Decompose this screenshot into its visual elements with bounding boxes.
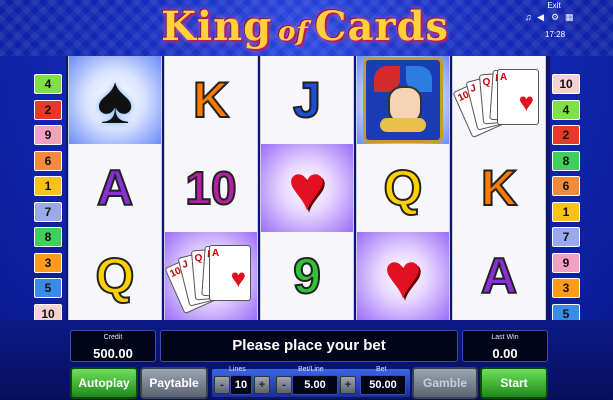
reel-symbol-10: 10 <box>184 162 237 214</box>
reel-symbol-q: Q <box>383 160 424 216</box>
music-icon[interactable]: ♫ <box>525 12 532 22</box>
lines-increase-button[interactable]: + <box>254 376 270 394</box>
autoplay-button[interactable]: Autoplay <box>70 367 138 399</box>
logo-word-cards: Cards <box>314 3 449 50</box>
right-line-indicator: 8 <box>552 150 580 171</box>
reel-symbol-9: 9 <box>292 248 322 304</box>
right-line-indicator: 4 <box>552 99 580 120</box>
reel-symbol-joker <box>357 56 449 144</box>
right-line-indicator: 6 <box>552 176 580 196</box>
help-icon[interactable]: ▦ <box>565 12 574 23</box>
credit-value: 500.00 <box>93 346 133 361</box>
right-line-indicator: 1 <box>552 201 580 222</box>
system-menu: Exit ♫ ◀ ⚙ ▦ 17:28 <box>515 0 595 44</box>
right-line-indicator: 10 <box>552 74 580 94</box>
bet-line-label: Bet/Line <box>298 366 324 373</box>
bet-value: 50.00 <box>360 375 406 395</box>
status-message: Please place your bet <box>160 330 458 362</box>
reel-symbol-hand: 10 J Q K A♥ <box>452 56 545 144</box>
left-line-indicator: 4 <box>34 74 62 94</box>
reel-symbol-j: J <box>292 72 322 128</box>
joker-icon <box>363 57 443 143</box>
right-line-indicator: 2 <box>552 125 580 145</box>
right-line-indicator: 3 <box>552 278 580 298</box>
last-win-value: 0.00 <box>492 346 518 361</box>
credit-label: Credit <box>103 334 123 341</box>
reel-symbol-heart: ♥ <box>261 144 353 232</box>
volume-icon[interactable]: ◀ <box>537 12 544 23</box>
card-hand-icon: 10 J Q K A♥ <box>164 241 251 315</box>
reel-symbol-k: K <box>192 72 230 128</box>
reel-symbol-hand: 10 J Q K A♥ <box>164 232 257 320</box>
right-line-indicator: 7 <box>552 227 580 247</box>
card-hand-icon: 10 J Q K A♥ <box>452 65 539 139</box>
reel-5: 10 J Q K A♥ K A <box>452 56 546 320</box>
reel-symbol-k: K <box>480 160 518 216</box>
logo-word-king: King <box>161 3 273 50</box>
exit-button[interactable]: Exit <box>540 1 568 11</box>
lines-decrease-button[interactable]: - <box>214 376 230 394</box>
bet-line-decrease-button[interactable]: - <box>276 376 292 394</box>
heart-icon: ♥ <box>384 240 422 312</box>
left-line-indicator: 6 <box>34 150 62 171</box>
game-logo: King of Cards <box>150 4 460 50</box>
lines-value: 10 <box>230 375 252 395</box>
last-win-panel: Last Win 0.00 <box>462 330 548 362</box>
lines-label: Lines <box>229 366 246 373</box>
left-line-indicator: 5 <box>34 278 62 298</box>
reel-symbol-a: A <box>96 160 134 216</box>
gamble-button[interactable]: Gamble <box>412 367 478 399</box>
left-line-indicator: 3 <box>34 252 62 273</box>
reel-symbol-q: Q <box>95 248 136 304</box>
start-button[interactable]: Start <box>480 367 548 399</box>
left-line-indicator: 7 <box>34 201 62 222</box>
left-line-indicator: 8 <box>34 227 62 247</box>
bet-line-increase-button[interactable]: + <box>340 376 356 394</box>
reel-symbol-heart: ♥ <box>357 232 449 320</box>
reel-symbol-spade: ♠ <box>69 56 161 144</box>
left-line-indicator: 9 <box>34 125 62 145</box>
reel-symbol-a: A <box>480 248 518 304</box>
left-line-indicator: 1 <box>34 176 62 196</box>
right-line-indicator: 9 <box>552 252 580 273</box>
heart-icon: ♥ <box>288 152 326 224</box>
reel-2: K 10 10 J Q K A♥ <box>164 56 258 320</box>
left-line-indicator: 2 <box>34 99 62 120</box>
logo-word-of: of <box>278 17 309 47</box>
reels-area: ♠ A Q K 10 10 J Q K A♥ J ♥ 9 Q ♥ <box>66 56 550 320</box>
clock: 17:28 <box>545 30 566 39</box>
spade-icon: ♠ <box>96 62 134 138</box>
settings-icon[interactable]: ⚙ <box>551 12 559 23</box>
reel-4: Q ♥ <box>356 56 450 320</box>
reel-3: J ♥ 9 <box>260 56 354 320</box>
reel-1: ♠ A Q <box>68 56 162 320</box>
paytable-button[interactable]: Paytable <box>140 367 208 399</box>
credit-panel: Credit 500.00 <box>70 330 156 362</box>
bet-label: Bet <box>376 366 387 373</box>
bet-line-value: 5.00 <box>292 375 338 395</box>
last-win-label: Last Win <box>491 334 519 341</box>
